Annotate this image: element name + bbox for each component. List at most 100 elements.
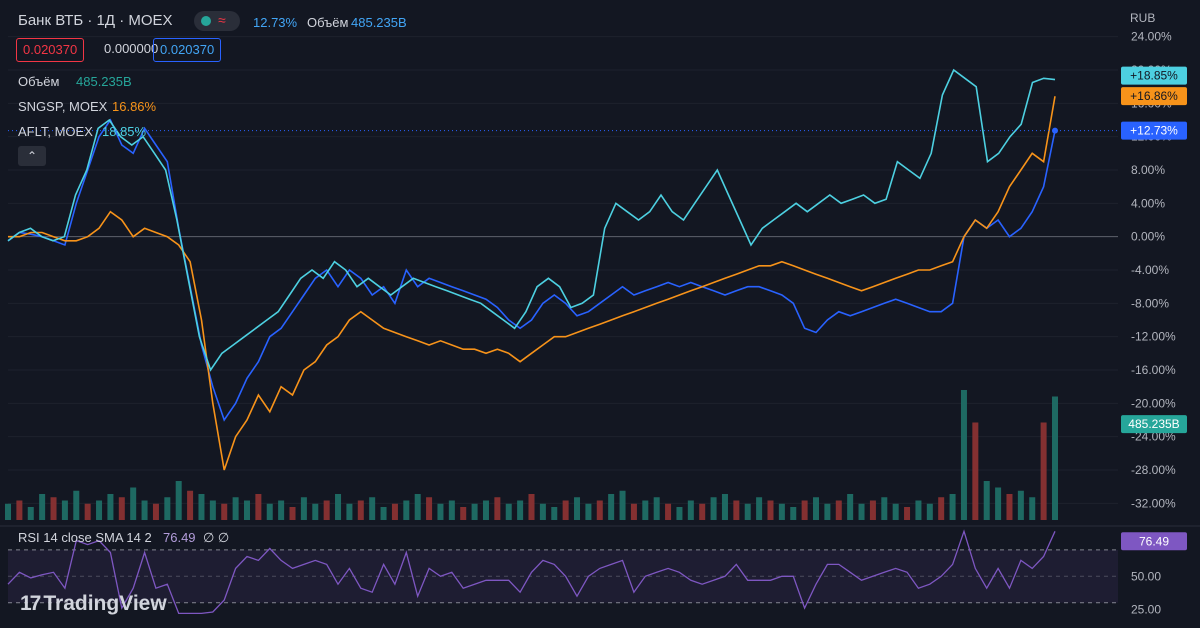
last-price-dot: [1052, 127, 1058, 134]
volume-bar: [596, 500, 603, 520]
volume-bar: [232, 497, 239, 520]
ohlc-box-blue: 0.020370: [153, 38, 222, 62]
chevron-up-icon: ⌃: [26, 149, 38, 163]
volume-bar: [255, 494, 262, 520]
volume-bar: [630, 503, 637, 520]
volume-bar: [357, 500, 364, 520]
volume-bar: [426, 497, 433, 520]
volume-bar: [243, 500, 250, 520]
volume-bar: [642, 500, 649, 520]
volume-bar: [39, 494, 46, 520]
volume-bar: [118, 497, 125, 520]
tradingview-mark-icon: 17: [20, 592, 41, 615]
y-tick-label: -16.00%: [1131, 363, 1176, 377]
collapse-legend-button[interactable]: ⌃: [18, 146, 46, 166]
volume-bar: [858, 503, 865, 520]
volume-bar: [1052, 396, 1058, 520]
volume-bar: [813, 497, 820, 520]
volume-bar: [437, 503, 444, 520]
volume-bar: [574, 497, 581, 520]
volume-bar: [175, 481, 182, 520]
volume-bar: [221, 503, 228, 520]
volume-bar: [1006, 494, 1013, 520]
header-change: 12.73%: [253, 15, 298, 30]
volume-bar: [721, 494, 728, 520]
y-tick-label: -28.00%: [1131, 463, 1176, 477]
volume-bar: [505, 503, 512, 520]
volume-bar: [130, 487, 137, 520]
currency-label[interactable]: RUB: [1130, 11, 1155, 25]
volume-bar: [835, 500, 842, 520]
volume-bar: [96, 500, 103, 520]
volume-bar: [198, 494, 205, 520]
volume-bar: [733, 500, 740, 520]
volume-bar: [289, 507, 296, 520]
volume-bar: [904, 507, 911, 520]
volume-bar: [778, 503, 785, 520]
y-tick-label: -20.00%: [1131, 396, 1176, 410]
volume-bar: [710, 497, 717, 520]
volume-bar: [107, 494, 114, 520]
volume-bar: [471, 503, 478, 520]
volume-bar: [335, 494, 342, 520]
volume-bar: [608, 494, 615, 520]
volume-bar: [380, 507, 387, 520]
legend-volume-label[interactable]: Объём: [18, 74, 59, 89]
volume-bar: [369, 497, 376, 520]
volume-bar: [517, 500, 524, 520]
y-tick-label: -12.00%: [1131, 330, 1176, 344]
volume-bar: [847, 494, 854, 520]
volume-bar: [801, 500, 808, 520]
wave-icon: ≈: [218, 12, 226, 28]
volume-bar: [391, 503, 398, 520]
volume-bar: [346, 503, 353, 520]
series-line-sngspmoex: [8, 96, 1056, 471]
status-dot-icon: [201, 16, 211, 26]
volume-bar: [619, 490, 626, 520]
volume-bar: [995, 487, 1002, 520]
rsi-value: 76.49: [163, 530, 196, 545]
volume-bar: [983, 481, 990, 520]
rsi-extra: ∅ ∅: [203, 530, 230, 545]
volume-bar: [744, 503, 751, 520]
volume-bar: [881, 497, 888, 520]
volume-bar: [164, 497, 171, 520]
volume-bar: [972, 422, 979, 520]
volume-bar: [949, 494, 956, 520]
volume-bar: [266, 503, 273, 520]
volume-bar: [278, 500, 285, 520]
volume-bar: [869, 500, 876, 520]
volume-bar: [84, 503, 91, 520]
legend-aflt-label[interactable]: AFLT, MOEX: [18, 124, 93, 139]
end-label: +16.86%: [1130, 89, 1178, 103]
volume-bar: [414, 494, 421, 520]
legend-aflt-value: 18.85%: [102, 124, 147, 139]
volume-bar: [790, 507, 797, 520]
rsi-tick-label: 25.00: [1131, 602, 1161, 616]
y-tick-label: 0.00%: [1131, 230, 1165, 244]
volume-bar: [16, 500, 23, 520]
volume-bar: [562, 500, 569, 520]
volume-bar: [756, 497, 763, 520]
volume-bar: [687, 500, 694, 520]
volume-bar: [209, 500, 216, 520]
tradingview-logo[interactable]: 17 TradingView: [20, 592, 167, 616]
volume-bar: [482, 500, 489, 520]
y-tick-label: -8.00%: [1131, 296, 1169, 310]
legend-sngsp-value: 16.86%: [112, 99, 157, 114]
y-tick-label: -32.00%: [1131, 496, 1176, 510]
legend-sngsp-label[interactable]: SNGSP, MOEX: [18, 99, 107, 114]
rsi-tick-label: 50.00: [1131, 569, 1161, 583]
chart-title: Банк ВТБ · 1Д · MOEX: [18, 12, 173, 29]
end-label: +12.73%: [1130, 124, 1178, 138]
volume-bar: [141, 500, 148, 520]
volume-bar: [938, 497, 945, 520]
series-line-afltmoex: [7, 68, 1056, 372]
toggle-pill[interactable]: ≈: [194, 11, 240, 31]
volume-bar: [312, 503, 319, 520]
volume-bar: [27, 507, 34, 520]
volume-bar: [892, 503, 899, 520]
legend-volume-value: 485.235B: [76, 74, 132, 89]
volume-bar: [460, 507, 467, 520]
volume-bar: [1017, 490, 1024, 520]
